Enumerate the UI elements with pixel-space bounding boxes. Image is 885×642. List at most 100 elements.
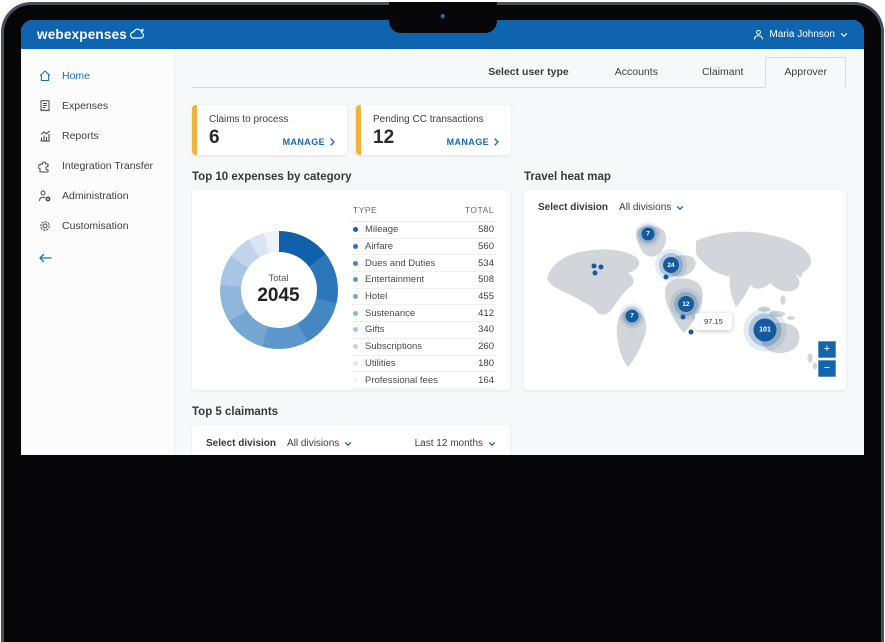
camera-notch — [389, 2, 497, 33]
sidebar: Home Expenses Reports Integration Transf… — [21, 49, 175, 455]
sidebar-item-label: Home — [62, 70, 90, 82]
category-dot — [353, 361, 358, 366]
sidebar-item-integration-transfer[interactable]: Integration Transfer — [21, 151, 174, 181]
category-name: Professional fees — [365, 375, 438, 386]
sidebar-collapse-button[interactable] — [21, 241, 174, 279]
category-dot — [353, 294, 358, 299]
claimants-section-title: Top 5 claimants — [192, 406, 510, 418]
user-icon — [753, 29, 764, 40]
division-dropdown[interactable]: All divisions — [287, 438, 352, 449]
column-total: TOTAL — [465, 205, 494, 215]
user-gear-icon — [38, 189, 52, 203]
donut-total-label: Total — [268, 273, 288, 284]
category-name: Sustenance — [365, 308, 415, 319]
table-row: Entertainment 508 — [351, 272, 496, 289]
category-total: 560 — [478, 241, 494, 252]
category-dot — [353, 277, 358, 282]
cloud-logo-icon — [129, 27, 146, 40]
donut-center: Total 2045 — [220, 231, 338, 349]
category-name: Utilities — [365, 358, 396, 369]
heatmap-section-title: Travel heat map — [524, 171, 846, 183]
stat-card-title: Pending CC transactions — [373, 114, 499, 125]
pending-cc-transactions-card: Pending CC transactions 12 MANAGE — [356, 105, 511, 155]
map-marker[interactable]: 101 — [754, 319, 777, 342]
table-row: Professional fees164 — [351, 372, 496, 389]
category-dot — [353, 311, 358, 316]
arrow-left-icon — [38, 252, 53, 264]
category-name: Subscriptions — [365, 341, 422, 352]
claims-to-process-card: Claims to process 6 MANAGE — [192, 105, 347, 155]
category-total: 340 — [478, 324, 494, 335]
chevron-down-icon — [488, 441, 496, 447]
sidebar-item-customisation[interactable]: Customisation — [21, 211, 174, 241]
map-box[interactable]: 97.15 + − 724127101 — [538, 221, 832, 371]
sidebar-item-label: Expenses — [62, 100, 108, 112]
category-name: Entertainment — [365, 274, 424, 285]
division-dropdown[interactable]: All divisions — [619, 202, 684, 213]
map-point[interactable] — [689, 330, 694, 335]
sidebar-item-administration[interactable]: Administration — [21, 181, 174, 211]
expense-table: TYPE TOTAL Mileage580Airfare560Dues and … — [351, 200, 496, 380]
stat-card-value: 6 — [209, 128, 220, 147]
manage-link[interactable]: MANAGE — [283, 137, 335, 147]
expense-table-header: TYPE TOTAL — [351, 200, 496, 222]
category-total: 580 — [478, 224, 494, 235]
table-row: Sustenance412 — [351, 305, 496, 322]
sidebar-item-home[interactable]: Home — [21, 61, 174, 91]
category-dot — [353, 344, 358, 349]
table-row: Airfare560 — [351, 239, 496, 256]
user-name: Maria Johnson — [769, 29, 835, 40]
select-user-type-label: Select user type — [488, 58, 593, 87]
sidebar-item-expenses[interactable]: Expenses — [21, 91, 174, 121]
tab-accounts[interactable]: Accounts — [593, 58, 680, 87]
puzzle-icon — [38, 159, 52, 173]
map-point[interactable] — [592, 264, 597, 269]
column-type: TYPE — [353, 205, 377, 215]
zoom-in-button[interactable]: + — [818, 341, 836, 358]
chevron-right-icon — [330, 138, 335, 146]
category-total: 508 — [478, 274, 494, 285]
heatmap-panel: Select division All divisions — [524, 190, 846, 390]
category-name: Dues and Duties — [365, 258, 435, 269]
table-row: Utilities180 — [351, 356, 496, 373]
user-menu[interactable]: Maria Johnson — [753, 29, 848, 40]
chevron-down-icon — [344, 441, 352, 447]
main-content: Select user type Accounts Claimant Appro… — [175, 49, 864, 455]
expenses-section-title: Top 10 expenses by category — [192, 171, 510, 183]
category-name: Hotel — [365, 291, 387, 302]
sidebar-item-label: Reports — [62, 130, 99, 142]
chevron-down-icon — [676, 205, 684, 211]
expense-table-body: Mileage580Airfare560Dues and Duties534En… — [351, 222, 496, 389]
map-zoom-controls: + − — [818, 341, 836, 377]
map-marker[interactable]: 24 — [663, 257, 679, 273]
category-dot — [353, 227, 358, 232]
period-dropdown[interactable]: Last 12 months — [415, 438, 496, 449]
map-marker[interactable]: 7 — [642, 228, 655, 241]
category-dot — [353, 327, 358, 332]
stat-cards-row: Claims to process 6 MANAGE Pending CC tr… — [192, 105, 846, 155]
table-row: Gifts340 — [351, 322, 496, 339]
map-point[interactable] — [664, 275, 669, 280]
sidebar-item-label: Integration Transfer — [62, 160, 153, 172]
map-point[interactable] — [599, 265, 604, 270]
bar-chart-icon — [38, 129, 52, 143]
receipt-icon — [38, 99, 52, 113]
gear-icon — [38, 219, 52, 233]
map-marker[interactable]: 7 — [626, 310, 639, 323]
stat-card-value: 12 — [373, 128, 394, 147]
sidebar-item-reports[interactable]: Reports — [21, 121, 174, 151]
map-point[interactable] — [681, 315, 686, 320]
table-row: Dues and Duties534 — [351, 255, 496, 272]
table-row: Hotel455 — [351, 289, 496, 306]
logo-text: webexpenses — [37, 27, 127, 42]
tab-claimant[interactable]: Claimant — [680, 58, 765, 87]
zoom-out-button[interactable]: − — [818, 360, 836, 377]
map-marker[interactable]: 12 — [678, 296, 694, 312]
tab-approver[interactable]: Approver — [765, 57, 846, 88]
manage-link[interactable]: MANAGE — [447, 137, 499, 147]
donut-chart: Total 2045 — [220, 231, 338, 349]
category-name: Mileage — [365, 224, 398, 235]
webcam-icon — [440, 14, 445, 19]
screen: webexpenses Maria Johnson Home Expenses … — [21, 20, 864, 455]
map-point[interactable] — [593, 271, 598, 276]
